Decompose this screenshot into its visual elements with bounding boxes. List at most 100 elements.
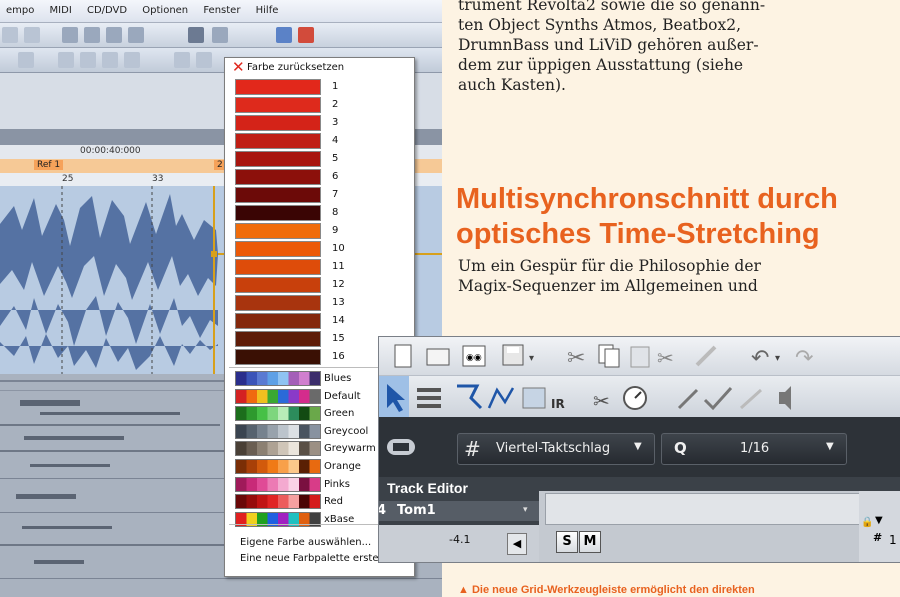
color-picker-icon[interactable]: [298, 27, 314, 43]
color-swatch: [235, 331, 321, 347]
loop-icon[interactable]: [174, 52, 190, 68]
color-swatch-item[interactable]: 8: [225, 204, 414, 222]
color-swatch-item[interactable]: 11: [225, 258, 414, 276]
close-icon: ✕: [232, 58, 245, 76]
menu-midi[interactable]: MIDI: [44, 0, 78, 16]
article-line: trument Revolta2 sowie die so genann-: [458, 0, 766, 14]
quantize-select[interactable]: Q 1/16 ▼: [661, 433, 847, 465]
color-swatch-number: 1: [332, 81, 339, 92]
color-swatch-number: 8: [332, 207, 339, 218]
color-swatch-item[interactable]: 1: [225, 78, 414, 96]
palette-name: Red: [324, 496, 343, 508]
color-swatch-item[interactable]: 3: [225, 114, 414, 132]
speaker-icon: [779, 386, 791, 410]
copy-icon: [598, 344, 620, 368]
color-swatch-item[interactable]: 12: [225, 276, 414, 294]
menu-cd-dvd[interactable]: CD/DVD: [81, 0, 133, 16]
mode-icon[interactable]: [212, 27, 228, 43]
color-swatch-item[interactable]: 10: [225, 240, 414, 258]
split-icon[interactable]: [84, 27, 100, 43]
marker-ref1[interactable]: Ref 1: [34, 160, 64, 170]
menu-tempo[interactable]: empo: [0, 0, 40, 16]
color-swatch-number: 14: [332, 315, 345, 326]
paste-icon: [630, 346, 650, 368]
menu-hilfe[interactable]: Hilfe: [250, 0, 285, 16]
cut-icon[interactable]: [62, 27, 78, 43]
color-swatch-item[interactable]: 14: [225, 312, 414, 330]
color-swatch-number: 11: [332, 261, 345, 272]
heading-line: optisches Time-Stretching: [456, 218, 820, 250]
main-toolbar: [0, 23, 442, 48]
bar-number-33: 33: [152, 174, 164, 184]
palette-name: Default: [324, 390, 361, 402]
track-editor-title: Track Editor: [387, 480, 468, 496]
palette-name: Greycool: [324, 425, 369, 437]
track-editor-panel: Track Editor 4 Tom1 ▾ -4.1 ◀: [379, 477, 539, 562]
color-swatch-item[interactable]: 9: [225, 222, 414, 240]
play-icon[interactable]: [196, 52, 212, 68]
draw-line-icon: [677, 388, 699, 410]
track-mini-controls: 🔒 ▼ # 1: [859, 491, 900, 562]
curve-tool-icon: [487, 387, 515, 409]
undo-icon: ↶: [751, 346, 769, 371]
join-icon[interactable]: [106, 27, 122, 43]
grid-header-bar: [539, 477, 900, 491]
dvd-icon[interactable]: [24, 27, 40, 43]
svg-text:▾: ▾: [775, 353, 780, 364]
color-swatch: [235, 241, 321, 257]
grid-resolution-select[interactable]: # Viertel-Taktschlag ▼: [457, 433, 655, 465]
chevron-down-icon[interactable]: ▾: [523, 505, 528, 515]
color-swatch-number: 7: [332, 189, 339, 200]
forward-icon[interactable]: [102, 52, 118, 68]
menu-optionen[interactable]: Optionen: [136, 0, 194, 16]
color-swatch: [235, 259, 321, 275]
quantize-icon: Q: [674, 439, 687, 457]
color-swatch: [235, 115, 321, 131]
color-swatch-item[interactable]: 13: [225, 294, 414, 312]
palette-name: Green: [324, 408, 355, 420]
article-line: ten Object Synths Atmos, Beatbox2,: [458, 16, 742, 34]
grid-toolbar-screenshot: ◉◉ ▾ ✂ ✂ ↶ ▾ ↷ IR ✂ # Viertel-Taktschlag…: [378, 336, 900, 563]
track-header[interactable]: 4 Tom1 ▾: [379, 501, 539, 521]
palette-preview: [235, 459, 321, 474]
color-swatch-item[interactable]: 7: [225, 186, 414, 204]
solo-button[interactable]: S: [556, 531, 578, 553]
mute-button[interactable]: M: [579, 531, 601, 553]
grid-icon: #: [464, 437, 481, 461]
layout-icon[interactable]: [276, 27, 292, 43]
volume-icon[interactable]: ▼: [875, 515, 883, 526]
speaker-icon[interactable]: ◀: [507, 533, 527, 555]
svg-text:↷: ↷: [795, 346, 813, 371]
article-line: auch Kasten).: [458, 76, 566, 94]
snap-toggle[interactable]: [379, 417, 427, 477]
article-line: Um ein Gespür für die Philosophie der: [458, 257, 761, 275]
color-swatch-item[interactable]: 2: [225, 96, 414, 114]
color-swatch-item[interactable]: 4: [225, 132, 414, 150]
prev-marker-icon[interactable]: [58, 52, 74, 68]
article-paragraph-mid: Um ein Gespür für die Philosophie der Ma…: [458, 256, 761, 296]
gear-icon[interactable]: [188, 27, 204, 43]
split-tool-icon: ✂: [593, 389, 610, 413]
inset-row2-icons: IR ✂: [379, 376, 791, 418]
pick-custom-color-item[interactable]: Eigene Farbe auswählen...: [240, 537, 371, 548]
color-swatch-number: 12: [332, 279, 345, 290]
rewind-icon[interactable]: [80, 52, 96, 68]
track-volume-value[interactable]: -4.1: [449, 533, 470, 546]
color-swatch-item[interactable]: 6: [225, 168, 414, 186]
goto-start-icon[interactable]: [18, 52, 34, 68]
grid-icon[interactable]: #: [873, 531, 882, 544]
menu-fenster[interactable]: Fenster: [197, 0, 246, 16]
color-swatch-item[interactable]: 5: [225, 150, 414, 168]
color-swatch-number: 6: [332, 171, 339, 182]
color-swatch-number: 16: [332, 351, 345, 362]
disc-icon[interactable]: [2, 27, 18, 43]
trim-icon[interactable]: [128, 27, 144, 43]
svg-text:▾: ▾: [529, 353, 534, 364]
quantize-value: 1/16: [740, 441, 770, 456]
next-marker-icon[interactable]: [124, 52, 140, 68]
lock-icon[interactable]: 🔒: [861, 517, 873, 528]
color-swatch-number: 15: [332, 333, 345, 344]
track-controls: -4.1 ◀: [379, 525, 539, 562]
reset-color-item[interactable]: ✕ Farbe zurücksetzen: [225, 58, 414, 76]
color-swatch: [235, 79, 321, 95]
